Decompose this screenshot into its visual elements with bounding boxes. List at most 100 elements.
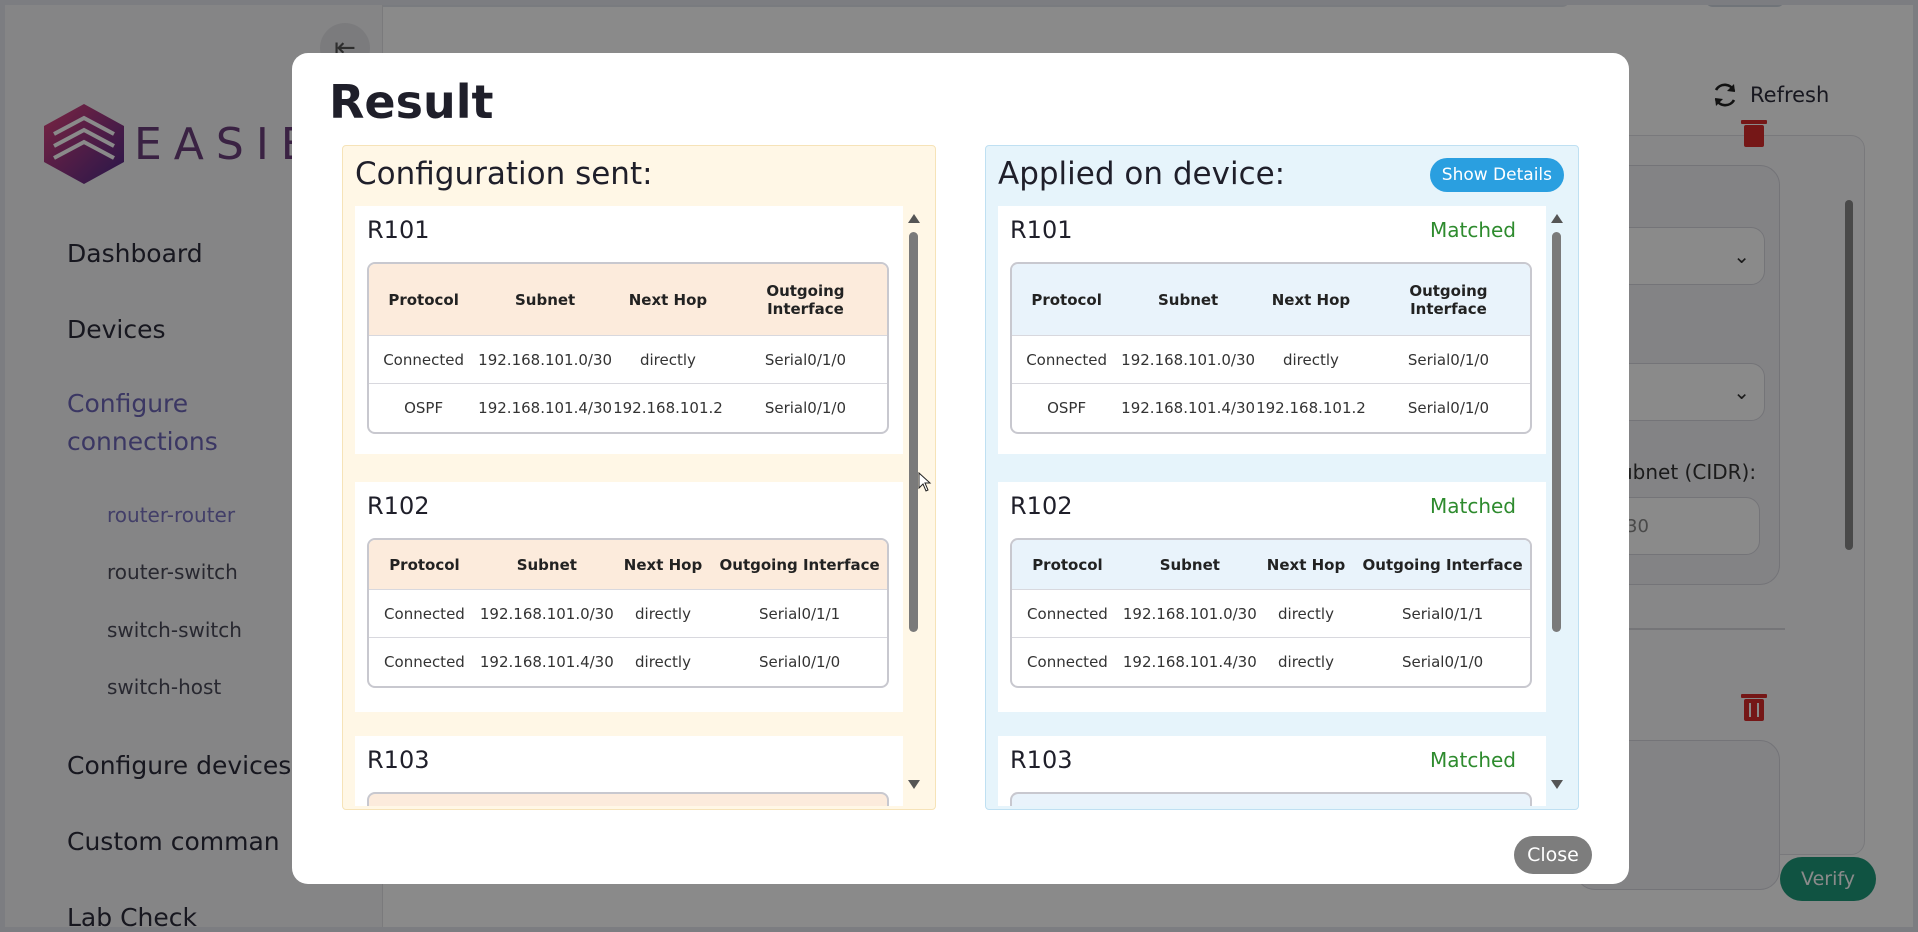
- routing-table: Protocol Subnet Next Hop Outgoing Interf…: [1010, 262, 1532, 434]
- cell-interface: Serial0/1/0: [1407, 399, 1490, 417]
- cell-protocol: Connected: [369, 336, 479, 384]
- configuration-sent-panel: Configuration sent: R101 Protocol Subnet…: [342, 145, 936, 810]
- scrollbar-thumb[interactable]: [1552, 232, 1561, 632]
- cell-interface: Serial0/1/0: [723, 336, 887, 384]
- routing-table: Protocol Subnet Next Hop Outgoing Interf…: [367, 538, 889, 688]
- table-row: Connected 192.168.101.4/30 directly Seri…: [1012, 638, 1530, 686]
- col-protocol: Protocol: [369, 540, 480, 590]
- cell-subnet: 192.168.101.4/30: [1122, 653, 1257, 671]
- table-header-row: Protocol Subnet Next Hop Outgoing Interf…: [1012, 540, 1530, 590]
- routing-table: Protocol Subnet Next Hop Outgoing Interf…: [1010, 538, 1532, 688]
- col-subnet: Subnet: [478, 264, 613, 336]
- cell-next-hop: directly: [635, 653, 691, 671]
- cell-next-hop: 192.168.101.2: [613, 399, 723, 417]
- routing-table: [367, 792, 889, 806]
- result-modal: Result Configuration sent: R101 Protocol…: [292, 53, 1629, 884]
- table-header-row: Protocol Subnet Next Hop Outgoing Interf…: [1012, 264, 1530, 336]
- col-outgoing-interface: Outgoing Interface: [1355, 540, 1530, 590]
- router-name: R101: [367, 216, 430, 244]
- match-status: Matched: [1429, 494, 1516, 518]
- scroll-up-icon[interactable]: [1551, 214, 1563, 223]
- table-header-row: Protocol Subnet Next Hop Outgoing Interf…: [369, 540, 887, 590]
- router-card: R101 Matched Protocol Subnet Next Hop Ou…: [998, 206, 1546, 454]
- col-next-hop: Next Hop: [1256, 540, 1356, 590]
- cell-subnet: 192.168.101.0/30: [478, 336, 613, 384]
- col-protocol: Protocol: [1012, 540, 1123, 590]
- cell-next-hop: directly: [613, 590, 713, 638]
- col-next-hop: Next Hop: [1255, 264, 1367, 336]
- cell-protocol: Connected: [1027, 653, 1108, 671]
- cell-interface: Serial0/1/1: [1355, 590, 1530, 638]
- table-row: Connected 192.168.101.0/30 directly Seri…: [369, 590, 887, 638]
- col-subnet: Subnet: [479, 540, 614, 590]
- cell-next-hop: directly: [1255, 336, 1367, 384]
- cell-interface: Serial0/1/0: [759, 653, 841, 671]
- col-outgoing-interface: Outgoing Interface: [723, 264, 887, 336]
- col-next-hop: Next Hop: [612, 264, 724, 336]
- applied-on-device-heading: Applied on device:: [998, 156, 1286, 192]
- scrollbar-thumb[interactable]: [909, 232, 918, 632]
- cell-interface: Serial0/1/0: [1366, 336, 1530, 384]
- col-subnet: Subnet: [1122, 540, 1257, 590]
- router-card: R102 Matched Protocol Subnet Next Hop Ou…: [998, 482, 1546, 712]
- cell-subnet: 192.168.101.0/30: [479, 590, 614, 638]
- cell-protocol: Connected: [1012, 590, 1123, 638]
- table-row: Connected 192.168.101.4/30 directly Seri…: [369, 638, 887, 686]
- cell-subnet: 192.168.101.4/30: [1121, 399, 1256, 417]
- configuration-sent-list[interactable]: R101 Protocol Subnet Next Hop Outgoing I…: [355, 206, 905, 806]
- scroll-down-icon[interactable]: [908, 780, 920, 789]
- col-protocol: Protocol: [1012, 264, 1122, 336]
- configuration-sent-scrollbar[interactable]: [907, 206, 921, 791]
- cell-next-hop: directly: [612, 336, 724, 384]
- cell-subnet: 192.168.101.4/30: [479, 653, 614, 671]
- col-protocol: Protocol: [369, 264, 479, 336]
- cell-protocol: Connected: [384, 653, 465, 671]
- table-row: Connected 192.168.101.0/30 directly Seri…: [1012, 336, 1530, 384]
- router-name: R102: [367, 492, 430, 520]
- scroll-down-icon[interactable]: [1551, 780, 1563, 789]
- scroll-up-icon[interactable]: [908, 214, 920, 223]
- col-subnet: Subnet: [1121, 264, 1256, 336]
- router-card: R102 Protocol Subnet Next Hop Outgoing I…: [355, 482, 903, 712]
- cell-subnet: 192.168.101.0/30: [1122, 590, 1257, 638]
- router-name: R103: [1010, 746, 1073, 774]
- applied-on-device-list[interactable]: R101 Matched Protocol Subnet Next Hop Ou…: [998, 206, 1548, 806]
- cell-next-hop: directly: [1278, 653, 1334, 671]
- modal-title: Result: [329, 75, 494, 129]
- cell-subnet: 192.168.101.4/30: [478, 399, 613, 417]
- mouse-cursor-icon: [918, 472, 932, 492]
- routing-table: [1010, 792, 1532, 806]
- router-name: R103: [367, 746, 430, 774]
- router-name: R102: [1010, 492, 1073, 520]
- match-status: Matched: [1429, 218, 1516, 242]
- col-outgoing-interface: Outgoing Interface: [1366, 264, 1530, 336]
- cell-interface: Serial0/1/0: [1402, 653, 1484, 671]
- cell-protocol: OSPF: [1047, 399, 1087, 417]
- applied-on-device-scrollbar[interactable]: [1550, 206, 1564, 791]
- routing-table: Protocol Subnet Next Hop Outgoing Interf…: [367, 262, 889, 434]
- router-card: R101 Protocol Subnet Next Hop Outgoing I…: [355, 206, 903, 454]
- configuration-sent-heading: Configuration sent:: [355, 156, 653, 192]
- show-details-button[interactable]: Show Details: [1429, 158, 1564, 192]
- cell-protocol: Connected: [1012, 336, 1122, 384]
- cell-interface: Serial0/1/0: [764, 399, 847, 417]
- router-name: R101: [1010, 216, 1073, 244]
- router-card: R103 Matched: [998, 736, 1546, 806]
- applied-on-device-panel: Applied on device: Show Details R101 Mat…: [985, 145, 1579, 810]
- table-row: OSPF 192.168.101.4/30 192.168.101.2 Seri…: [1012, 384, 1530, 432]
- close-button[interactable]: Close: [1514, 836, 1592, 874]
- cell-protocol: OSPF: [404, 399, 444, 417]
- router-card: R103: [355, 736, 903, 806]
- cell-interface: Serial0/1/1: [712, 590, 887, 638]
- match-status: Matched: [1429, 748, 1516, 772]
- col-next-hop: Next Hop: [613, 540, 713, 590]
- table-row: OSPF 192.168.101.4/30 192.168.101.2 Seri…: [369, 384, 887, 432]
- table-row: Connected 192.168.101.0/30 directly Seri…: [1012, 590, 1530, 638]
- cell-subnet: 192.168.101.0/30: [1121, 336, 1256, 384]
- cell-protocol: Connected: [369, 590, 480, 638]
- table-row: Connected 192.168.101.0/30 directly Seri…: [369, 336, 887, 384]
- table-header-row: Protocol Subnet Next Hop Outgoing Interf…: [369, 264, 887, 336]
- col-outgoing-interface: Outgoing Interface: [712, 540, 887, 590]
- cell-next-hop: 192.168.101.2: [1256, 399, 1366, 417]
- cell-next-hop: directly: [1256, 590, 1356, 638]
